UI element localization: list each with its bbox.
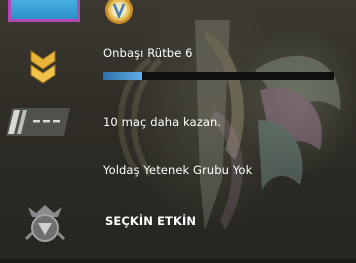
wins-needed-text: 10 maç daha kazan. <box>103 115 222 129</box>
rank-progress-bar <box>103 72 334 80</box>
companion-skill-group-text: Yoldaş Yetenek Grubu Yok <box>103 163 253 177</box>
unranked-skill-group-icon <box>6 108 70 136</box>
service-medal-icon[interactable] <box>101 0 137 26</box>
rank-progress-fill <box>103 72 143 80</box>
panel-bottom-edge <box>0 259 356 263</box>
rank-name: Onbaşı Rütbe 6 <box>103 46 193 60</box>
rank-chevron-icon <box>30 50 56 84</box>
elite-badge-icon <box>24 205 66 242</box>
elite-status-label: SEÇKİN ETKİN <box>105 214 197 228</box>
player-avatar[interactable] <box>8 0 80 22</box>
